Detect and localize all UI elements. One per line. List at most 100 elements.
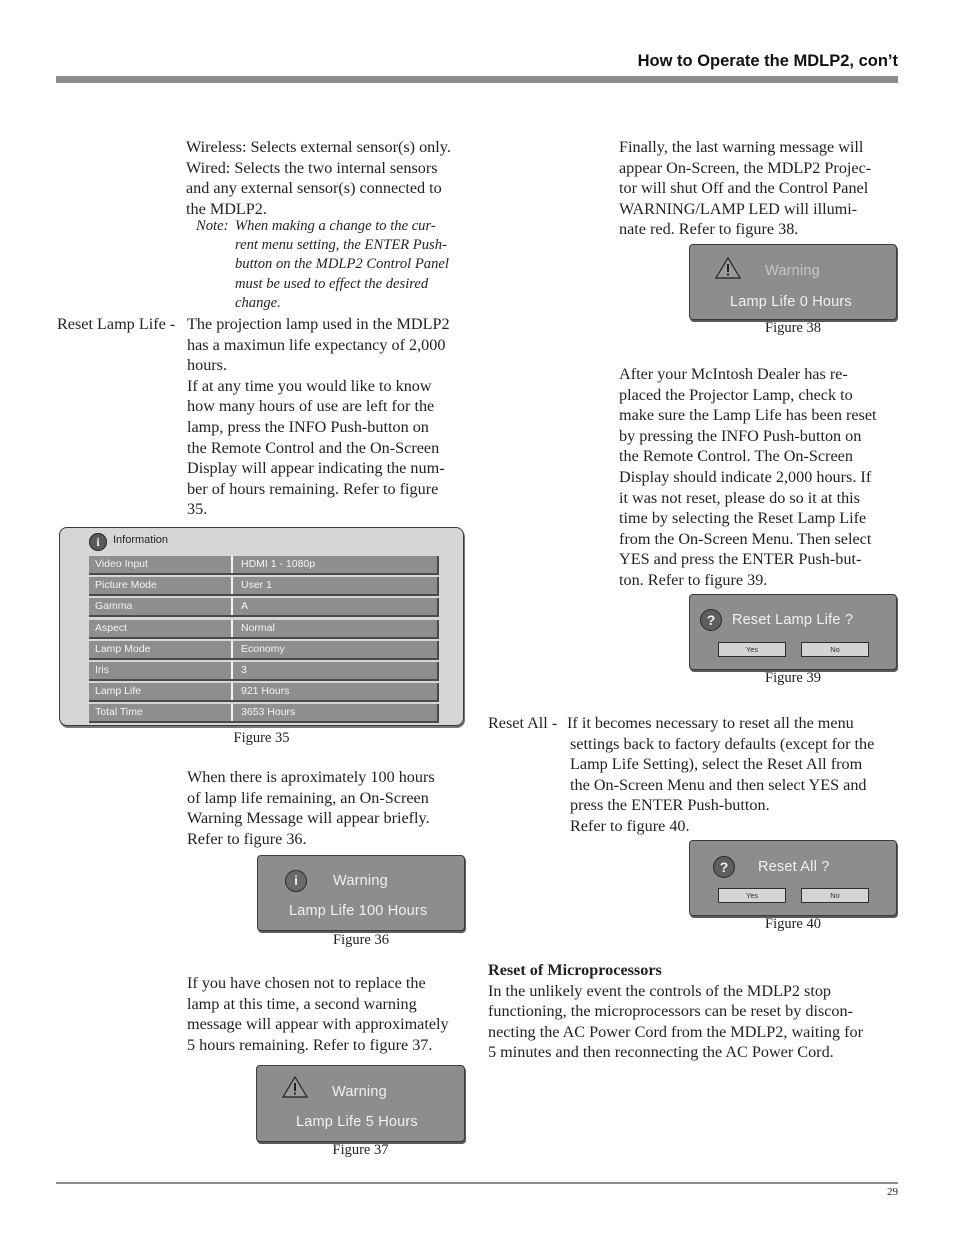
final-warning-paragraph: Finally, the last warning message will a… [619,137,909,240]
question-icon: ? [700,609,722,631]
reset-all-description: settings back to factory defaults (excep… [570,734,910,837]
text-line: 35. [187,500,208,519]
warning-triangle-icon [715,257,741,279]
text-line: ber of hours remaining. Refer to figure [187,479,439,498]
text-line: Refer to figure 40. [570,816,690,835]
info-label: Aspect [89,619,233,637]
text-line: placed the Projector Lamp, check to [619,385,853,404]
text-line: Wireless: Selects external sensor(s) onl… [186,138,451,156]
reset-lamp-life-description: The projection lamp used in the MDLP2 ha… [187,314,487,520]
figure-caption: Figure 39 [765,670,821,686]
note-line: rent menu setting, the ENTER Push- [235,237,447,254]
text-line: WARNING/LAMP LED will illumi- [619,199,858,218]
text-line: necting the AC Power Cord from the MDLP2… [488,1022,863,1041]
text-line: how many hours of use are left for the [187,397,435,416]
yes-button[interactable]: Yes [718,888,786,903]
text-line: The projection lamp used in the MDLP2 [187,315,450,333]
warning-dialog-100-hours: i Warning Lamp Life 100 Hours [257,855,465,931]
text-line: lamp, press the INFO Push-button on [187,417,429,436]
text-line: the Remote Control and the On-Screen [187,438,440,457]
no-button[interactable]: No [801,642,869,657]
info-value: 3 [241,663,247,676]
info-label: Lamp Mode [89,640,233,658]
text-line: make sure the Lamp Life has been reset [619,406,877,425]
info-value: 3653 Hours [241,706,296,719]
note: Note: When making a change to the cur- r… [196,217,486,313]
text-line: it was not reset, please do so it at thi… [619,488,860,507]
note-line: button on the MDLP2 Control Panel [235,256,449,273]
microprocessors-heading: Reset of Microprocessors [488,961,662,979]
dialog-title: Reset All ? [758,859,830,875]
text-line: press the ENTER Push-button. [570,796,770,815]
warning-title: Warning [765,263,820,279]
info-row: Total Time 3653 Hours [89,704,439,724]
information-table: Video Input HDMI 1 - 1080p Picture Mode Us… [89,556,439,726]
text-line: Lamp Life Setting), select the Reset All… [570,755,863,774]
info-row: Lamp Life 921 Hours [89,683,439,703]
page-number: 29 [887,1186,898,1198]
warning-title: Warning [332,1084,387,1100]
info-value: Normal [241,621,275,634]
no-button[interactable]: No [801,888,869,903]
footer-rule [56,1182,898,1184]
reset-lamp-life-term: Reset Lamp Life - [57,315,176,333]
page-header-title: How to Operate the MDLP2, con’t [637,52,898,70]
info-value: Economy [241,642,285,655]
text-line: If at any time you would like to know [187,376,432,395]
info-row: Picture Mode User 1 [89,577,439,597]
info-value: User 1 [241,579,272,592]
warning-dialog-0-hours: Warning Lamp Life 0 Hours [689,244,897,320]
text-line: the Remote Control. The On-Screen [619,447,853,466]
text-line: In the unlikely event the controls of th… [488,981,832,1000]
text-line: tor will shut Off and the Control Panel [619,179,869,198]
info-row: Aspect Normal [89,619,439,639]
text-line: Finally, the last warning message will [619,138,864,156]
figure-caption: Figure 38 [765,320,821,336]
text-line: appear On-Screen, the MDLP2 Projec- [619,158,872,177]
information-title: Information [113,534,169,546]
info-label: Total Time [89,704,233,722]
text-line: YES and press the ENTER Push-but- [619,550,862,569]
microprocessors-description: In the unlikely event the controls of th… [488,981,908,1063]
text-line: After your McIntosh Dealer has re- [619,365,848,383]
info-label: Iris [89,661,233,679]
question-icon: ? [713,856,735,878]
warning-message: Lamp Life 100 Hours [289,903,428,919]
warning-title: Warning [333,873,388,889]
info-row: Video Input HDMI 1 - 1080p [89,556,439,575]
text-line: Warning Message will appear briefly. [187,809,430,828]
note-line: change. [235,294,281,311]
text-line: has a maximun life expectancy of 2,000 [187,335,446,354]
lamp-100-paragraph: When there is aproximately 100 hours of … [187,767,487,849]
info-icon: i [285,870,307,892]
text-line: 5 minutes and then reconnecting the AC P… [488,1043,834,1062]
figure-caption: Figure 40 [765,916,821,932]
header-rule [56,76,898,83]
yes-button[interactable]: Yes [718,642,786,657]
text-line: Refer to figure 36. [187,829,307,848]
figure-caption: Figure 37 [332,1142,389,1158]
text-line: time by selecting the Reset Lamp Life [619,509,867,528]
info-label: Video Input [89,556,233,573]
note-label: Note: [196,218,229,234]
text-line: ton. Refer to figure 39. [619,570,768,589]
note-line: must be used to effect the desired [235,275,429,292]
text-line: the On-Screen Menu and then select YES a… [570,775,867,794]
text-line: settings back to factory defaults (excep… [570,734,875,753]
warning-triangle-icon [282,1076,308,1098]
info-row: Lamp Mode Economy [89,640,439,660]
text-line: from the On-Screen Menu. Then select [619,529,872,548]
text-line: hours. [187,356,228,375]
text-line: functioning, the microprocessors can be … [488,1002,854,1021]
text-line: Wired: Selects the two internal sensors [186,158,438,177]
information-panel: i Information Video Input HDMI 1 - 1080p … [59,527,464,726]
note-line: When making a change to the cur- [235,218,436,234]
info-label: Picture Mode [89,577,233,595]
text-line: by pressing the INFO Push-button on [619,426,862,445]
info-icon: i [89,533,107,551]
figure-caption: Figure 35 [233,730,290,746]
info-value: HDMI 1 - 1080p [241,558,316,570]
warning-message: Lamp Life 0 Hours [730,294,852,310]
info-value: 921 Hours [241,685,290,698]
text-line: If you have chosen not to replace the [187,974,426,992]
